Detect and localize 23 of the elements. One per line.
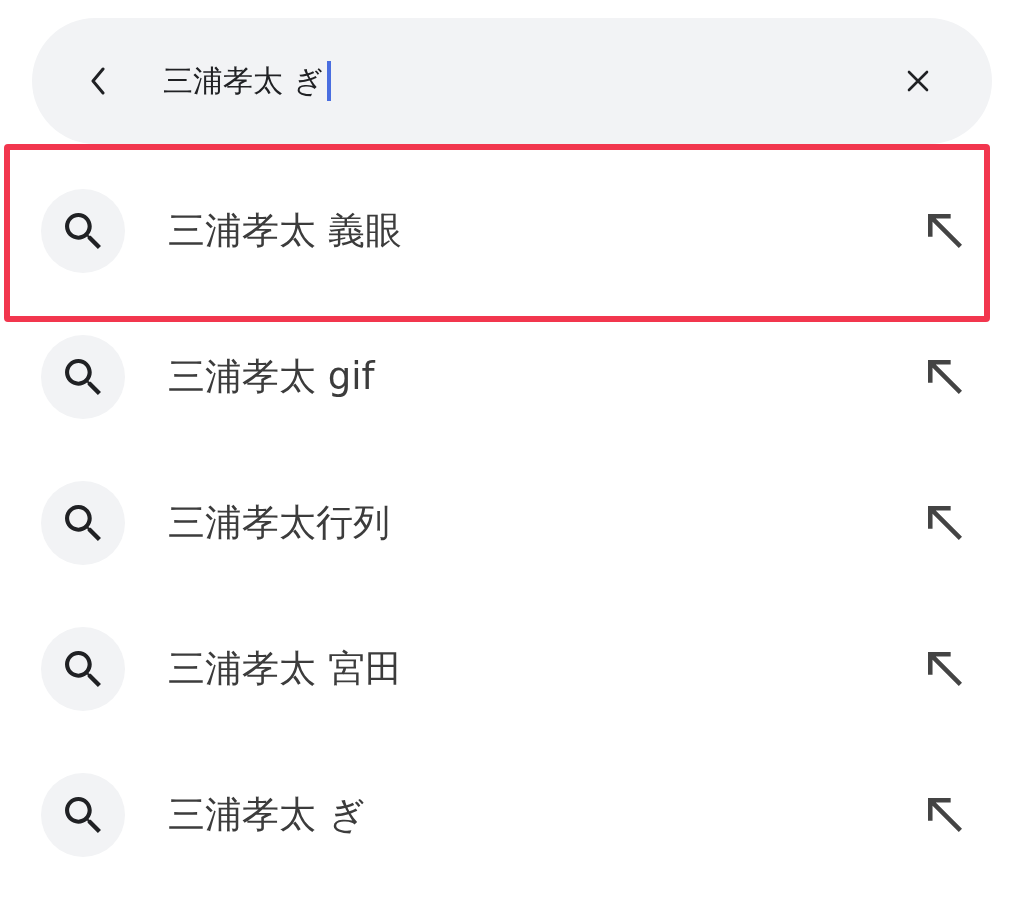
fill-query-button[interactable] bbox=[928, 652, 962, 686]
fill-query-button[interactable] bbox=[928, 798, 962, 832]
fill-query-button[interactable] bbox=[928, 214, 962, 248]
arrow-up-left-icon bbox=[928, 214, 962, 248]
suggestion-item[interactable]: 三浦孝太 義眼 bbox=[10, 158, 984, 304]
close-icon bbox=[907, 70, 929, 92]
chevron-left-icon bbox=[90, 67, 106, 95]
search-input[interactable]: 三浦孝太 ぎ bbox=[163, 57, 894, 105]
suggestion-item[interactable]: 三浦孝太 ぎ bbox=[0, 742, 1024, 888]
suggestion-text: 三浦孝太行列 bbox=[168, 500, 390, 546]
suggestion-item[interactable]: 三浦孝太行列 bbox=[0, 450, 1024, 596]
suggestion-item[interactable]: 三浦孝太 gif bbox=[0, 304, 1024, 450]
arrow-up-left-icon bbox=[928, 798, 962, 832]
fill-query-button[interactable] bbox=[928, 506, 962, 540]
arrow-up-left-icon bbox=[928, 506, 962, 540]
suggestion-text: 三浦孝太 宮田 bbox=[168, 646, 402, 692]
suggestion-text: 三浦孝太 義眼 bbox=[168, 208, 402, 254]
arrow-up-left-icon bbox=[928, 652, 962, 686]
arrow-up-left-icon bbox=[928, 360, 962, 394]
suggestion-text: 三浦孝太 gif bbox=[168, 354, 375, 400]
suggestion-item[interactable]: 三浦孝太 宮田 bbox=[0, 596, 1024, 742]
fill-query-button[interactable] bbox=[928, 360, 962, 394]
suggestion-text: 三浦孝太 ぎ bbox=[168, 792, 366, 838]
